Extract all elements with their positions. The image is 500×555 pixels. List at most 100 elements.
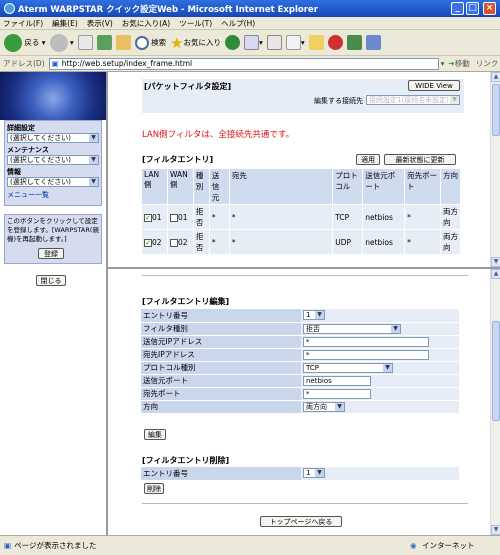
wan-cell[interactable]: 01 [166,204,194,230]
scroll-down-icon[interactable]: ▼ [491,257,500,267]
messenger-button[interactable] [346,35,362,50]
entry-number-select[interactable]: 1 ▼ [303,310,325,321]
back-button[interactable]: 戻る ▾ [4,33,46,52]
refresh-button[interactable] [96,35,112,50]
close-window-button[interactable]: × [483,2,496,15]
scroll-down-icon[interactable]: ▼ [491,525,500,535]
lan-cell[interactable]: ✓01 [141,204,168,230]
filter-delete-title: [フィルタエントリ削除] [142,456,230,465]
src-port-input[interactable]: netbios [303,375,371,386]
proto-cell: TCP [332,204,364,230]
chevron-down-icon: ▼ [391,324,400,333]
filter-edit-form: エントリ番号 1 ▼ フィルタ種別 拒否 ▼ 送信元IPアドレス * 宛先IPアドレ… [141,309,459,414]
info-select[interactable]: (選択してください) ▼ [7,177,99,187]
menu-tools[interactable]: ツール(T) [179,18,212,29]
sport-cell: netbios [362,229,406,255]
folder-button[interactable] [308,35,324,50]
search-button[interactable]: 検索 [134,35,166,50]
detail-settings-select[interactable]: (選択してください) ▼ [7,133,99,143]
delete-button[interactable]: 削除 [144,483,164,494]
block-button[interactable] [327,35,343,50]
filter-type-select[interactable]: 拒否 ▼ [303,323,401,334]
refresh-state-button[interactable]: 最新状態に更新 [384,154,456,165]
dport-cell: * [404,229,441,255]
refresh-icon [96,35,112,50]
src-ip-label: 送信元IPアドレス [141,335,301,349]
scroll-up-icon[interactable]: ▲ [491,269,500,279]
menu-favorites[interactable]: お気に入り(A) [122,18,170,29]
wan-checkbox[interactable] [169,213,178,222]
type-cell: 拒否 [192,204,210,230]
col-src: 送信元 [208,168,230,205]
internet-zone-icon: ◉ [410,541,417,550]
top-frame-scrollbar[interactable]: ▲ ▼ [490,72,500,267]
menu-list-link[interactable]: メニュー一覧 [7,190,99,200]
dst-port-input[interactable]: * [303,388,371,399]
protocol-select[interactable]: TCP ▼ [303,362,393,373]
favorites-button[interactable]: ★ お気に入り [170,34,221,52]
dir-cell: 両方向 [439,229,462,255]
direction-select[interactable]: 両方向 ▼ [303,401,345,412]
sport-cell: netbios [362,204,406,230]
print-button[interactable] [266,35,282,50]
window-title: Aterm WARPSTAR クイック設定Web - Microsoft Int… [18,4,318,15]
maintenance-label: メンテナンス [7,146,49,154]
edit-button[interactable]: 編集 [144,429,166,440]
left-menu-panel: 詳細設定 (選択してください) ▼ メンテナンス (選択してください) ▼ 情報 (… [4,120,102,206]
packet-filter-title: [パケットフィルタ設定] [144,82,232,91]
src-port-label: 送信元ポート [141,374,301,388]
address-input[interactable]: ▣ http://web.setup/index_frame.html [48,57,439,70]
minimize-button[interactable]: _ [451,2,464,15]
lan-checkbox[interactable]: ✓ [144,238,152,247]
dst-ip-input[interactable]: * [303,349,429,360]
scroll-thumb[interactable] [492,321,500,421]
wide-view-button[interactable]: WIDE View [408,80,460,91]
chevron-down-icon: ▼ [89,134,98,142]
lan-cell[interactable]: ✓02 [141,229,168,255]
protocol-label: プロトコル種別 [141,361,301,375]
table-row: ✓01 01 拒否 * * TCP netbios * 両方向 [141,204,462,230]
src-cell: * [208,229,230,255]
mail-button[interactable]: ▾ [244,35,263,50]
back-to-top-button[interactable]: トップページへ戻る [260,516,342,527]
home-button[interactable] [115,35,131,50]
maintenance-select[interactable]: (選択してください) ▼ [7,155,99,165]
scroll-up-icon[interactable]: ▲ [491,72,500,82]
forward-arrow-icon [49,33,68,52]
research-button[interactable] [365,35,381,50]
scroll-thumb[interactable] [492,84,500,136]
links-label[interactable]: リンク [476,58,499,69]
printer-icon [266,35,282,50]
chevron-down-icon: ▼ [383,363,392,372]
lan-checkbox[interactable]: ✓ [144,213,152,222]
zone-text: インターネット [422,541,475,550]
stop-button[interactable] [77,35,93,50]
close-button[interactable]: 閉じる [36,275,66,286]
status-bar: ▣ ページが表示されました ◉ インターネット [0,535,500,555]
edit-target-label: 編集する接続先 [314,97,363,105]
delete-entry-select[interactable]: 1 ▼ [303,468,325,479]
media-button[interactable] [225,35,241,50]
dst-port-label: 宛先ポート [141,387,301,401]
edit-doc-button[interactable]: ▾ [285,35,305,50]
wan-cell[interactable]: 02 [166,229,194,255]
apply-button[interactable]: 適用 [356,154,380,165]
src-ip-input[interactable]: * [303,336,429,347]
register-button[interactable]: 登録 [38,248,64,259]
address-dropdown-icon[interactable]: ▾ [441,59,445,68]
menu-edit[interactable]: 編集(E) [52,18,78,29]
wan-checkbox[interactable] [169,238,178,247]
bottom-frame-scrollbar[interactable]: ▲ ▼ [490,269,500,535]
register-note: このボタンをクリックして設定を登録します。[WARPSTAR(親機)を再起動しま… [7,217,99,243]
dst-cell: * [228,229,334,255]
maximize-button[interactable]: □ [466,2,479,15]
menu-view[interactable]: 表示(V) [87,18,113,29]
stop-icon [77,35,93,50]
messenger-icon [346,35,362,50]
go-button[interactable]: ➜ 移動 [448,58,469,69]
left-frame: 詳細設定 (選択してください) ▼ メンテナンス (選択してください) ▼ 情報 (… [0,72,108,535]
forward-button[interactable]: ▾ [49,33,74,52]
menu-file[interactable]: ファイル(F) [3,18,43,29]
menu-help[interactable]: ヘルプ(H) [221,18,255,29]
detail-settings-label: 詳細設定 [7,124,35,132]
